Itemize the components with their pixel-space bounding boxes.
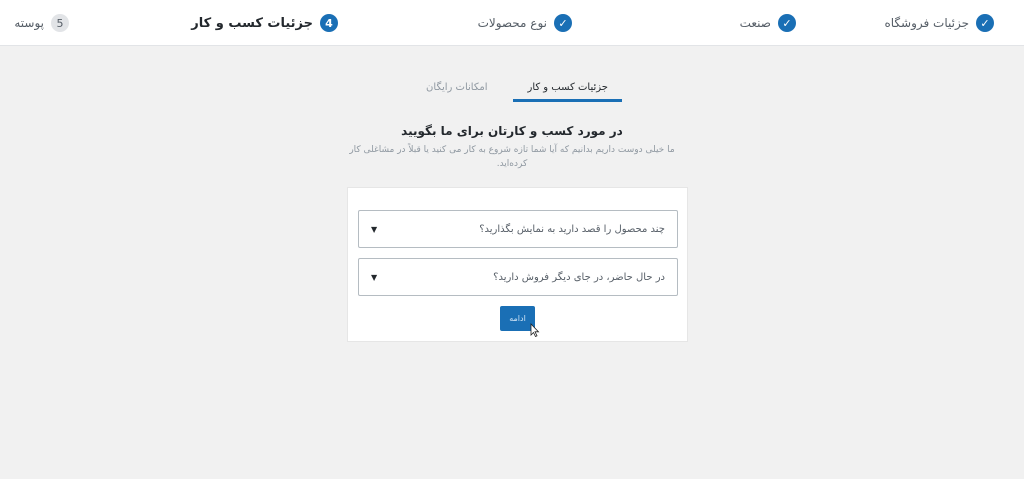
- step-label: نوع محصولات: [477, 16, 547, 30]
- products-count-select[interactable]: چند محصول را قصد دارید به نمایش بگذارید؟…: [358, 210, 678, 248]
- step-theme[interactable]: 5 پوسته: [14, 0, 69, 46]
- step-label: صنعت: [739, 16, 771, 30]
- step-number: 5: [51, 14, 69, 32]
- business-details-card: چند محصول را قصد دارید به نمایش بگذارید؟…: [347, 187, 688, 342]
- selling-elsewhere-select[interactable]: در حال حاضر، در جای دیگر فروش دارید؟ ▼: [358, 258, 678, 296]
- check-icon: ✓: [778, 14, 796, 32]
- step-label: جزئیات فروشگاه: [884, 16, 969, 30]
- step-label: پوسته: [14, 16, 44, 30]
- step-business-details[interactable]: 4 جزئیات کسب و کار: [191, 0, 338, 46]
- step-industry[interactable]: ✓ صنعت: [740, 0, 796, 46]
- step-store-details[interactable]: ✓ جزئیات فروشگاه: [884, 0, 994, 46]
- step-number: 4: [320, 14, 338, 32]
- caret-down-icon: ▼: [371, 224, 378, 234]
- setup-steps-bar: ✓ جزئیات فروشگاه ✓ صنعت ✓ نوع محصولات 4 …: [0, 0, 1024, 46]
- mouse-cursor-icon: [530, 323, 540, 337]
- select-placeholder: چند محصول را قصد دارید به نمایش بگذارید؟: [479, 223, 665, 235]
- check-icon: ✓: [554, 14, 572, 32]
- step-product-types[interactable]: ✓ نوع محصولات: [478, 0, 572, 46]
- step-label: جزئیات کسب و کار: [191, 15, 313, 31]
- select-placeholder: در حال حاضر، در جای دیگر فروش دارید؟: [493, 271, 665, 283]
- page-title: در مورد کسب و کارتان برای ما بگویید: [401, 124, 623, 138]
- caret-down-icon: ▼: [371, 272, 378, 282]
- tab-business-details[interactable]: جزئیات کسب و کار: [513, 72, 622, 102]
- tab-free-features[interactable]: امکانات رایگان: [418, 72, 495, 102]
- check-icon: ✓: [976, 14, 994, 32]
- page-description: ما خیلی دوست داریم بدانیم که آیا شما تاز…: [349, 145, 675, 169]
- form-tabs: جزئیات کسب و کار امکانات رایگان: [418, 72, 622, 102]
